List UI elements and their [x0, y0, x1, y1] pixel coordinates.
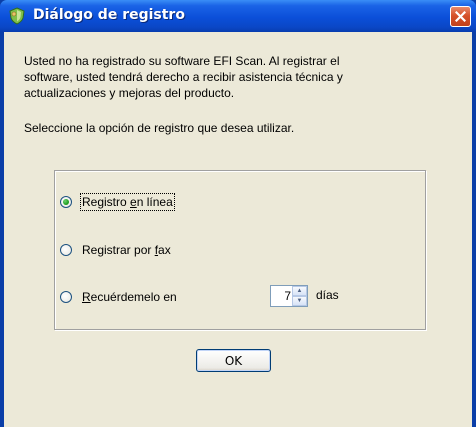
close-button[interactable]: [450, 6, 471, 27]
intro-text: Usted no ha registrado su software EFI S…: [24, 53, 464, 101]
spin-down-button[interactable]: ▼: [292, 296, 307, 306]
radio-fax-indicator[interactable]: [60, 244, 72, 256]
arrow-up-icon: ▲: [296, 288, 303, 294]
window-title: Diálogo de registro: [33, 7, 185, 23]
days-label: días: [316, 288, 339, 302]
intro-line: actualizaciones y mejoras del producto.: [24, 86, 235, 100]
radio-online-label[interactable]: Registro en línea: [80, 193, 175, 211]
radio-online-indicator[interactable]: [60, 196, 72, 208]
arrow-down-icon: ▼: [296, 298, 303, 304]
radio-register-fax[interactable]: Registrar por fax: [60, 241, 171, 259]
spin-up-button[interactable]: ▲: [292, 286, 307, 296]
radio-remind-indicator[interactable]: [60, 291, 72, 303]
title-bar[interactable]: Diálogo de registro: [0, 0, 476, 32]
close-icon: [455, 11, 466, 22]
radio-remind-label[interactable]: Recuérdemelo en: [82, 290, 177, 304]
intro-line: Usted no ha registrado su software EFI S…: [24, 54, 340, 68]
days-spinner[interactable]: 7 ▲ ▼: [270, 285, 308, 307]
radio-remind-me[interactable]: Recuérdemelo en: [60, 288, 177, 306]
intro-line: software, usted tendrá derecho a recibir…: [24, 70, 343, 84]
dialog-client-area: Usted no ha registrado su software EFI S…: [4, 32, 472, 427]
radio-fax-label[interactable]: Registrar por fax: [82, 243, 171, 257]
registration-shield-icon: [9, 7, 25, 25]
radio-register-online[interactable]: Registro en línea: [60, 193, 175, 211]
days-value[interactable]: 7: [273, 289, 291, 303]
instruction-text: Seleccione la opción de registro que des…: [24, 121, 295, 135]
ok-button[interactable]: OK: [196, 349, 271, 372]
registration-dialog: Diálogo de registro Usted no ha registra…: [0, 0, 476, 427]
